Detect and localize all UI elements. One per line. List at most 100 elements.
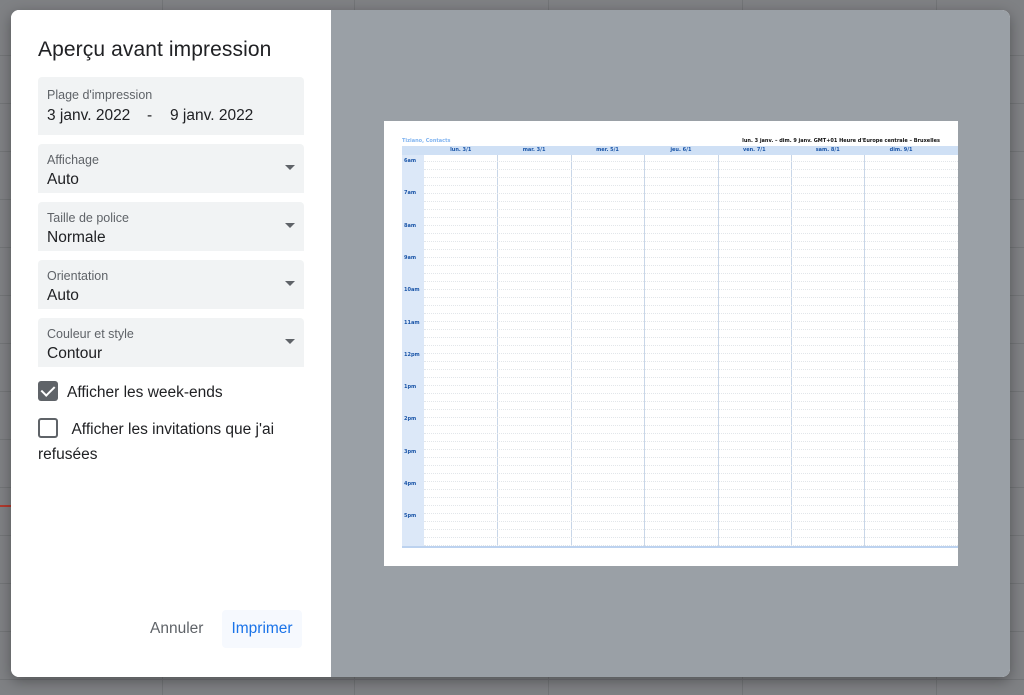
- preview-time-gridline: [424, 521, 958, 522]
- preview-day-label: dim. 9/1: [889, 147, 913, 153]
- preview-day-label: lun. 3/1: [450, 147, 472, 153]
- preview-time-gridline: [424, 385, 958, 386]
- preview-time-gridline: [424, 353, 958, 354]
- preview-time-gridline: [424, 281, 958, 282]
- show-weekends-option[interactable]: Afficher les week-ends: [38, 380, 331, 405]
- preview-time-gridline: [424, 513, 958, 514]
- preview-date-range: lun. 3 janv. – dim. 9 janv. GMT+01 Heure…: [742, 138, 940, 144]
- preview-hour-label: 10am: [404, 287, 420, 294]
- preview-page: Tiziano, Contacts lun. 3 janv. – dim. 9 …: [384, 121, 958, 566]
- preview-time-gridline: [424, 233, 958, 234]
- preview-hour-label: 4pm: [404, 481, 417, 487]
- color-style-value: Contour: [47, 345, 103, 362]
- current-time-indicator: [0, 505, 11, 507]
- preview-time-gridline: [424, 201, 958, 202]
- cancel-button[interactable]: Annuler: [141, 610, 212, 648]
- preview-time-gridline: [424, 193, 958, 194]
- preview-time-gridline: [424, 545, 958, 546]
- orientation-select[interactable]: Orientation Auto: [38, 260, 304, 309]
- show-declined-option[interactable]: Afficher les invitations que j'ai refusé…: [38, 417, 331, 467]
- preview-hour-label: 12pm: [404, 351, 420, 358]
- preview-hour-label: 9am: [404, 254, 417, 261]
- preview-day-column-divider: [497, 155, 499, 546]
- preview-day-label: mar. 3/1: [522, 147, 546, 153]
- preview-day-label: ven. 7/1: [742, 147, 766, 153]
- preview-week-grid: lun. 3/1 mar. 3/1 mer. 5/1 jeu. 6/1 ven. 7/1…: [402, 146, 958, 548]
- preview-day-column-divider: [791, 155, 792, 546]
- print-range-field[interactable]: Plage d'impression 3 janv. 2022 - 9 janv…: [38, 77, 304, 135]
- chevron-down-icon: [285, 281, 295, 286]
- print-button[interactable]: Imprimer: [222, 610, 302, 648]
- view-select-value: Auto: [47, 171, 79, 188]
- show-declined-checkbox[interactable]: [38, 418, 58, 438]
- preview-time-gridline: [424, 289, 958, 290]
- font-size-label: Taille de police: [47, 211, 129, 225]
- preview-time-gridline: [424, 313, 958, 314]
- print-preview-area: Tiziano, Contacts lun. 3 janv. – dim. 9 …: [331, 10, 1010, 677]
- range-end-date[interactable]: 9 janv. 2022: [170, 107, 253, 125]
- preview-time-gridline: [424, 297, 958, 298]
- dialog-title: Aperçu avant impression: [38, 38, 272, 61]
- preview-time-gridline: [424, 417, 958, 418]
- preview-time-gridline: [424, 401, 958, 402]
- preview-time-gridline: [424, 305, 958, 306]
- preview-time-gridline: [424, 489, 958, 490]
- preview-time-gridline: [424, 377, 958, 378]
- preview-time-gridline: [424, 169, 958, 170]
- orientation-value: Auto: [47, 287, 79, 304]
- preview-time-gridline: [424, 177, 958, 178]
- preview-hour-label: 6am: [404, 158, 417, 164]
- show-weekends-label: Afficher les week-ends: [67, 384, 223, 401]
- preview-hour-gutter: [402, 155, 424, 546]
- preview-time-gridline: [424, 473, 958, 474]
- preview-time-gridline: [424, 185, 958, 186]
- color-style-select[interactable]: Couleur et style Contour: [38, 318, 304, 367]
- range-start-date[interactable]: 3 janv. 2022: [47, 107, 147, 125]
- preview-time-gridline: [424, 497, 958, 498]
- show-weekends-checkbox[interactable]: [38, 381, 58, 401]
- preview-time-gridline: [424, 217, 958, 218]
- view-select-label: Affichage: [47, 153, 99, 167]
- preview-time-gridline: [424, 161, 958, 162]
- preview-time-gridline: [424, 369, 958, 370]
- preview-time-gridline: [424, 457, 958, 458]
- preview-time-gridline: [424, 225, 958, 226]
- preview-time-gridline: [424, 249, 958, 250]
- preview-day-column-divider: [570, 155, 572, 546]
- print-preview-dialog: Aperçu avant impression Plage d'impressi…: [11, 10, 1010, 677]
- color-style-label: Couleur et style: [47, 327, 134, 341]
- preview-time-gridline: [424, 409, 958, 410]
- chevron-down-icon: [285, 165, 295, 170]
- preview-time-gridline: [424, 241, 958, 242]
- preview-time-gridline: [424, 537, 958, 538]
- dialog-actions: Annuler Imprimer: [141, 610, 302, 648]
- preview-time-gridline: [424, 441, 958, 442]
- preview-time-gridline: [424, 481, 958, 482]
- preview-time-gridline: [424, 433, 958, 434]
- print-range-label: Plage d'impression: [47, 88, 153, 102]
- preview-day-label: jeu. 6/1: [670, 147, 692, 153]
- preview-time-gridline: [424, 257, 958, 258]
- font-size-select[interactable]: Taille de police Normale: [38, 202, 304, 251]
- preview-hour-label: 1pm: [404, 384, 417, 391]
- preview-time-gridline: [424, 425, 958, 426]
- preview-time-gridline: [424, 465, 958, 466]
- orientation-label: Orientation: [47, 269, 109, 283]
- preview-hour-label: 8am: [404, 222, 417, 229]
- view-select[interactable]: Affichage Auto: [38, 144, 304, 193]
- preview-day-column-divider: [644, 155, 646, 546]
- range-separator: -: [147, 107, 153, 124]
- preview-day-column-divider: [864, 155, 866, 546]
- preview-time-gridline: [424, 273, 958, 274]
- preview-time-gridline: [424, 449, 958, 450]
- show-declined-label: Afficher les invitations que j'ai refusé…: [38, 421, 275, 463]
- preview-hour-label: 11am: [404, 319, 420, 326]
- chevron-down-icon: [285, 339, 295, 344]
- settings-panel: Aperçu avant impression Plage d'impressi…: [11, 10, 331, 677]
- preview-time-gridline: [424, 209, 958, 210]
- preview-day-label: mer. 5/1: [596, 147, 619, 153]
- preview-time-gridline: [424, 505, 958, 506]
- font-size-value: Normale: [47, 229, 106, 246]
- preview-hour-label: 5pm: [404, 513, 417, 520]
- preview-time-gridline: [424, 345, 958, 346]
